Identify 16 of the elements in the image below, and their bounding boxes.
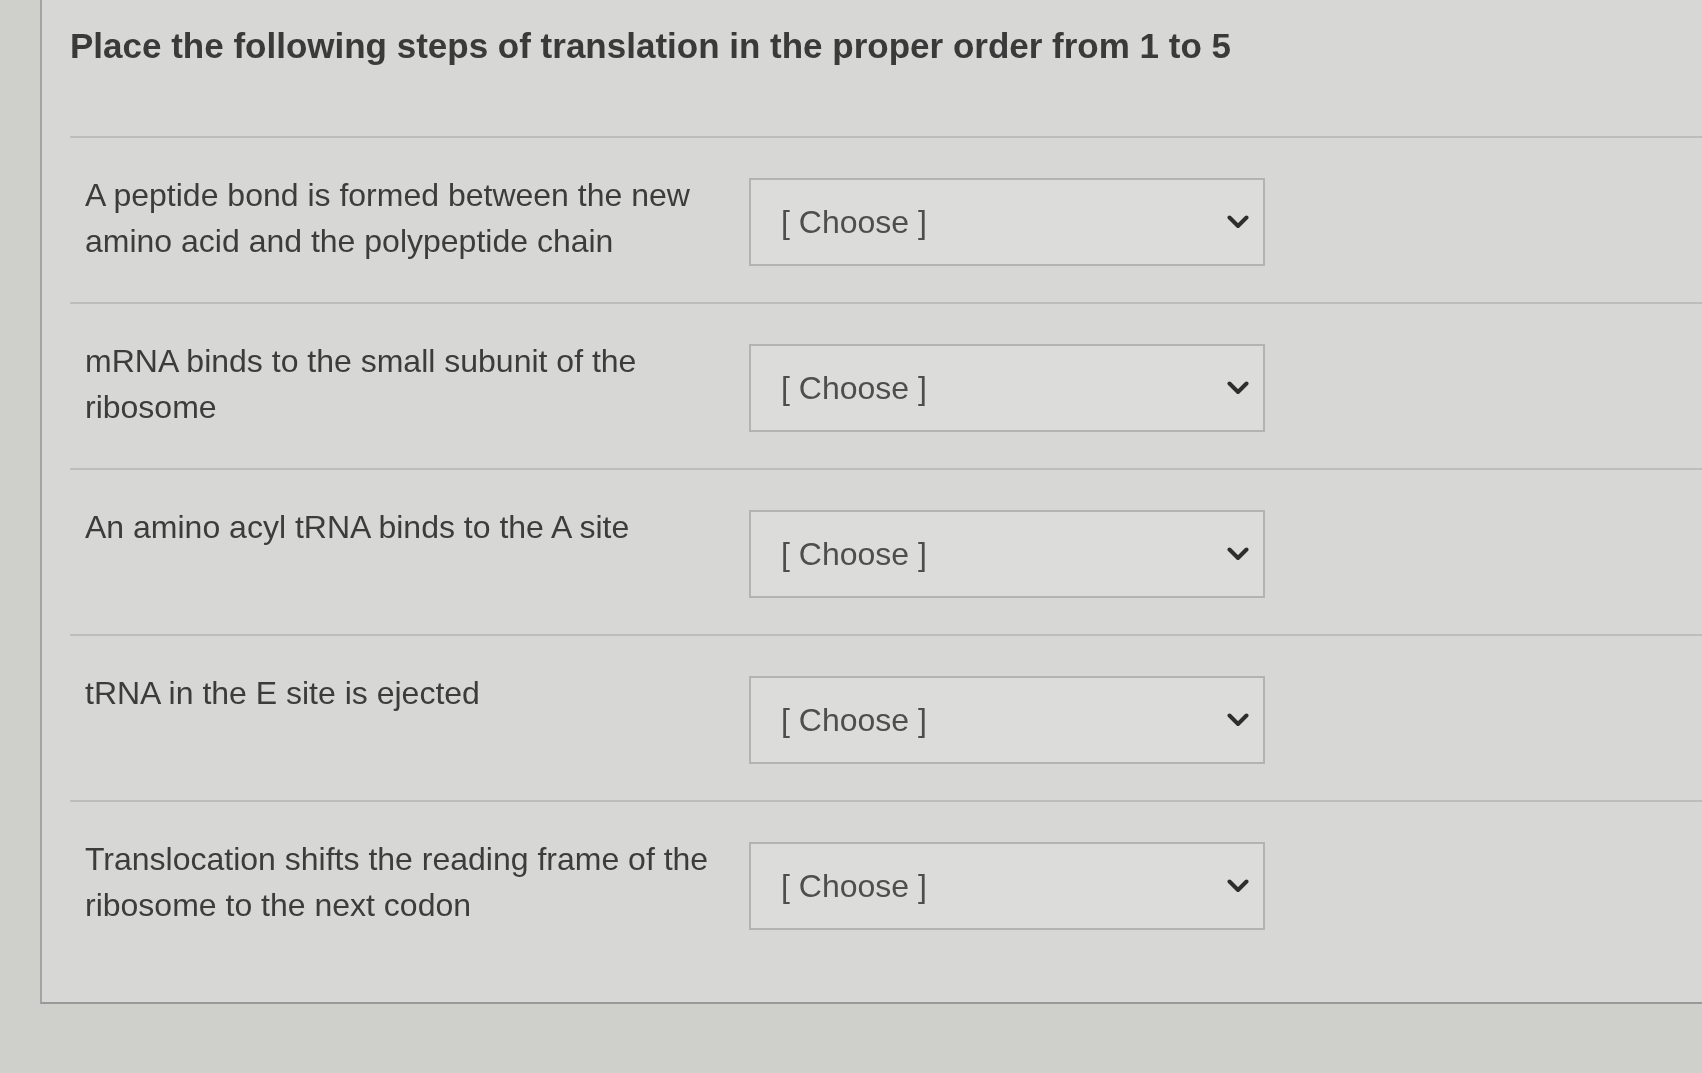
order-dropdown[interactable]: [ Choose ] [749, 178, 1265, 266]
chevron-down-icon [1227, 879, 1249, 893]
step-text: A peptide bond is formed between the new amino acid and the polypeptide chain [85, 176, 691, 261]
step-text: tRNA in the E site is ejected [85, 674, 481, 713]
step-text: An amino acyl tRNA binds to the A site [85, 508, 631, 547]
order-dropdown[interactable]: [ Choose ] [749, 676, 1265, 764]
step-text: mRNA binds to the small subunit of the ribosome [85, 342, 638, 427]
chevron-down-icon [1227, 713, 1249, 727]
chevron-down-icon [1227, 547, 1249, 561]
chevron-down-icon [1227, 381, 1249, 395]
order-dropdown[interactable]: [ Choose ] [749, 842, 1265, 930]
question-title: Place the following steps of translation in the proper order from 1 to 5 [70, 26, 1232, 66]
step-text: Translocation shifts the reading frame of the ribosome to the next codon [85, 840, 710, 925]
order-dropdown[interactable]: [ Choose ] [749, 344, 1265, 432]
chevron-down-icon [1227, 215, 1249, 229]
order-dropdown[interactable]: [ Choose ] [749, 510, 1265, 598]
